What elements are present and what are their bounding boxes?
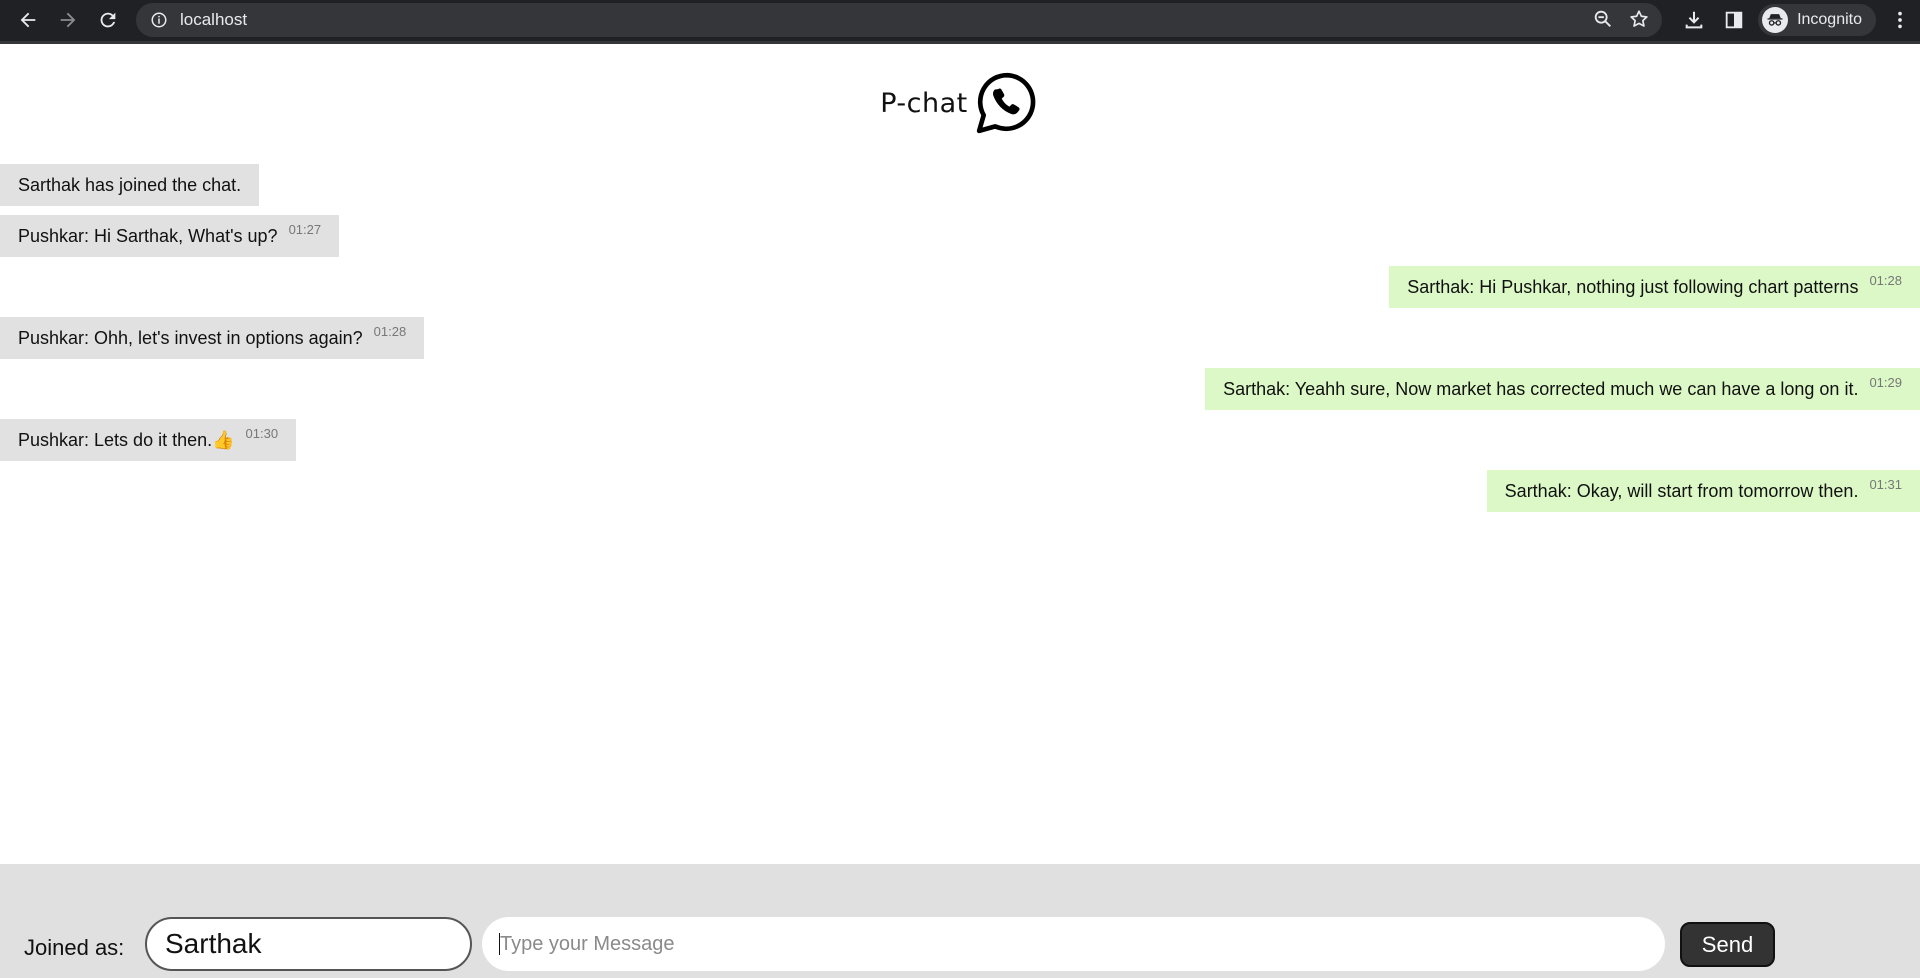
message-time: 01:31 — [1869, 476, 1902, 492]
zoom-icon[interactable] — [1592, 8, 1614, 30]
composer-row: Joined as: Sarthak Send — [0, 908, 1920, 978]
download-icon — [1685, 11, 1703, 29]
message-system: Sarthak has joined the chat. — [0, 164, 260, 206]
arrow-right-icon — [60, 12, 76, 28]
send-button[interactable]: Send — [1680, 922, 1775, 967]
message-text: Pushkar: Hi Sarthak, What's up? — [18, 225, 278, 246]
message-text: Pushkar: Lets do it then. — [18, 429, 213, 450]
message-time: 01:29 — [1869, 374, 1902, 390]
message-time: 01:30 — [245, 425, 279, 441]
more-vertical-icon — [1898, 11, 1902, 29]
incognito-profile-button[interactable]: Incognito — [1758, 4, 1876, 36]
message-time: 01:28 — [373, 323, 407, 339]
reload-button[interactable] — [88, 0, 128, 40]
bookmark-star-icon[interactable] — [1628, 8, 1650, 30]
username-field[interactable]: Sarthak — [145, 917, 472, 971]
forward-button[interactable] — [48, 0, 88, 40]
message-incoming: Pushkar: Ohh, let's invest in options ag… — [0, 317, 425, 359]
app-title: P-chat — [880, 87, 968, 119]
info-icon — [151, 12, 167, 28]
message-outgoing: Sarthak: Hi Pushkar, nothing just follow… — [1389, 266, 1920, 308]
incognito-icon — [1762, 7, 1789, 33]
downloads-button[interactable] — [1674, 0, 1714, 40]
side-panel-button[interactable] — [1714, 0, 1754, 40]
message-text: Sarthak: Hi Pushkar, nothing just follow… — [1407, 276, 1859, 297]
message-input[interactable] — [482, 917, 1665, 971]
address-bar[interactable]: localhost — [136, 3, 1662, 37]
message-text: Pushkar: Ohh, let's invest in options ag… — [18, 327, 363, 348]
chat-page: P-chat Sarthak has joined the chat. Push… — [0, 44, 1920, 978]
thumbs-up-icon: 👍 — [212, 429, 235, 450]
message-incoming: Pushkar: Lets do it then. 👍 01:30 — [0, 419, 297, 461]
chat-header: P-chat — [0, 70, 1920, 136]
message-text: Sarthak: Yeahh sure, Now market has corr… — [1223, 378, 1859, 399]
back-button[interactable] — [8, 0, 48, 40]
message-incoming: Pushkar: Hi Sarthak, What's up? 01:27 — [0, 215, 340, 257]
url-text: localhost — [180, 10, 248, 29]
text-cursor — [499, 933, 500, 955]
message-text: Sarthak: Okay, will start from tomorrow … — [1504, 480, 1859, 501]
message-time: 01:28 — [1869, 272, 1902, 288]
joined-as-label: Joined as: — [24, 935, 125, 960]
side-panel-icon — [1725, 11, 1743, 29]
browser-toolbar: localhost Incognito — [0, 0, 1920, 44]
whatsapp-icon — [974, 70, 1040, 136]
message-time: 01:27 — [288, 221, 322, 237]
message-text: Sarthak has joined the chat. — [18, 174, 242, 195]
arrow-left-icon — [20, 12, 36, 28]
message-outgoing: Sarthak: Yeahh sure, Now market has corr… — [1205, 368, 1920, 410]
reload-icon — [100, 12, 116, 28]
profile-label: Incognito — [1797, 11, 1862, 28]
message-outgoing: Sarthak: Okay, will start from tomorrow … — [1486, 470, 1920, 512]
browser-menu-button[interactable] — [1880, 0, 1920, 40]
